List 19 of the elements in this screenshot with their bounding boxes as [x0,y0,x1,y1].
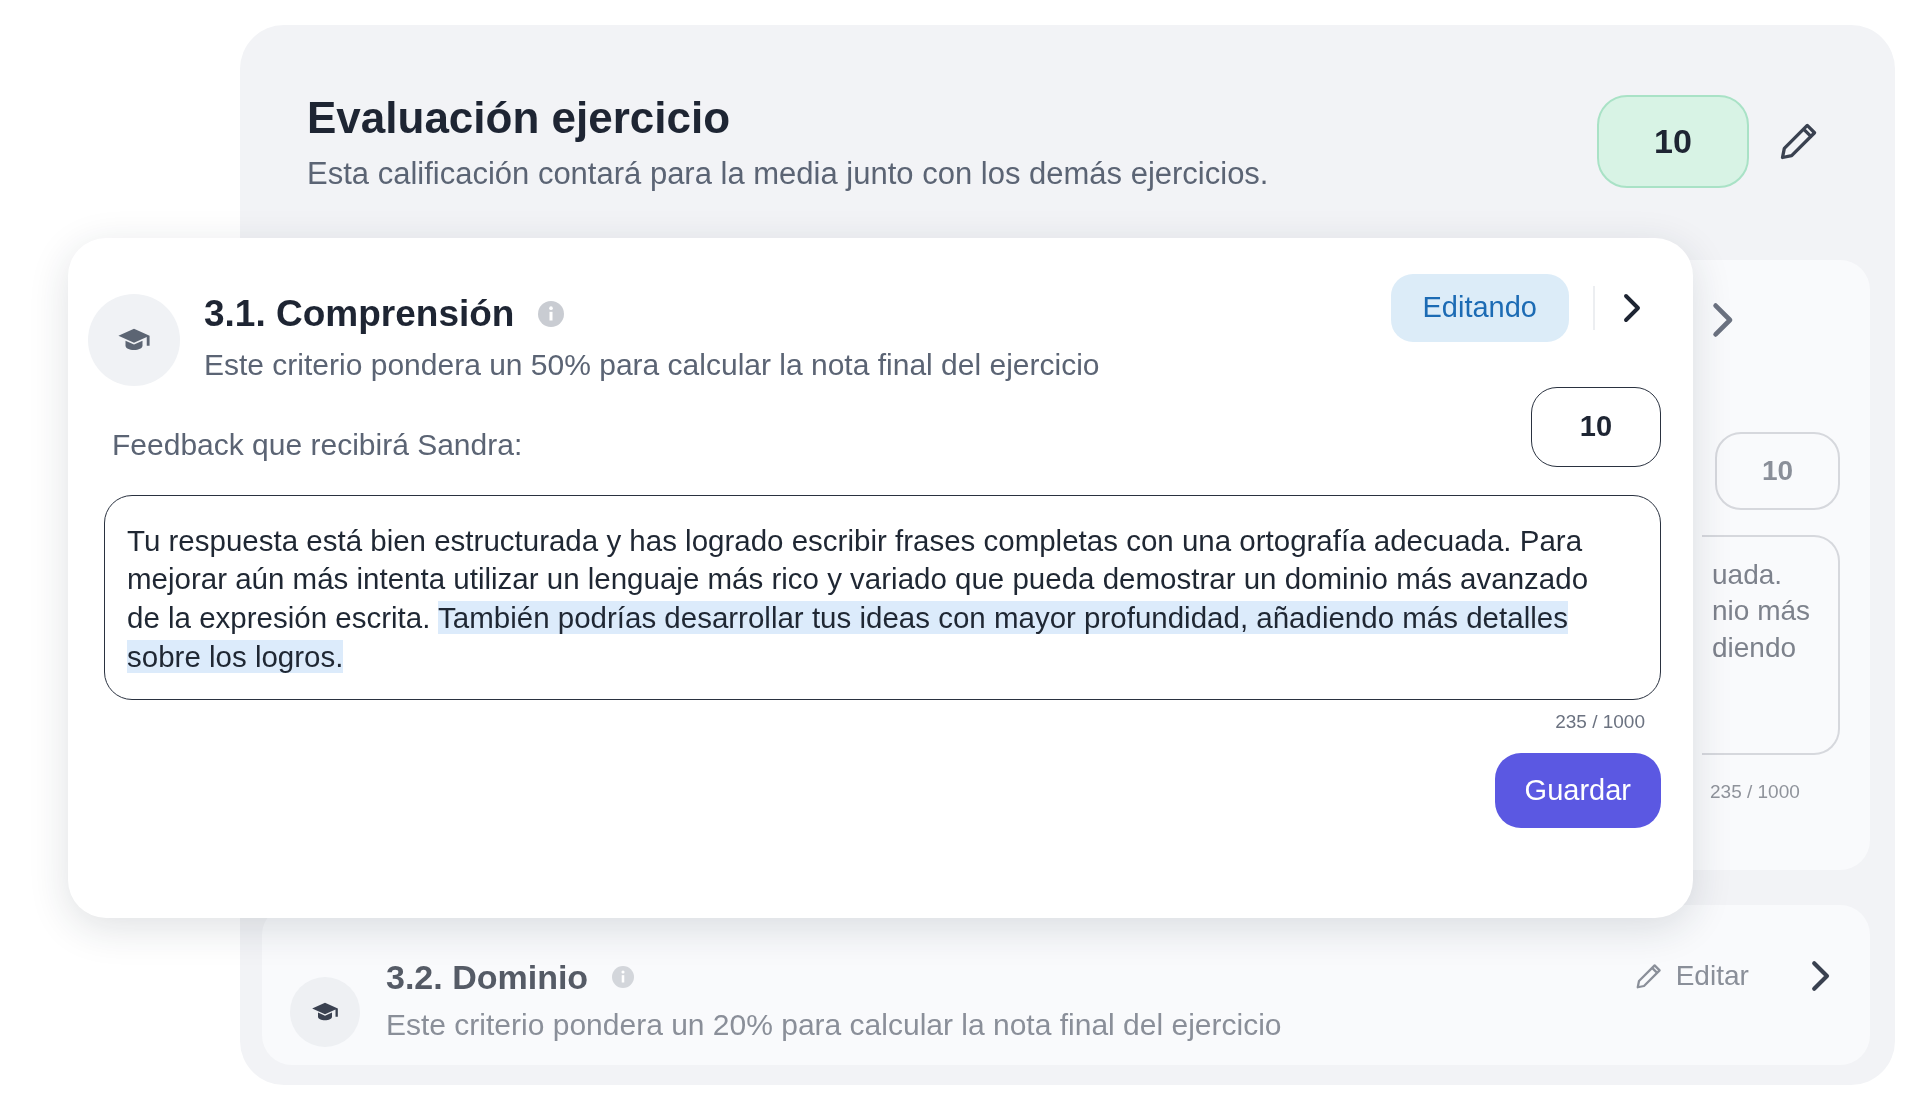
feedback-textarea[interactable]: uada. nio más diendo [1702,535,1840,755]
chevron-right-icon[interactable] [1623,292,1641,323]
status-button[interactable]: Editando [1390,274,1569,342]
section-title: Evaluación ejercicio [307,92,732,144]
criterion-title: 3.1. Comprensión [204,292,515,336]
section-subtitle: Esta calificación contará para la media junto con los demás ejercicios. [307,155,1270,193]
feedback-textarea[interactable]: Tu respuesta está bien estructurada y has logrado escribir frases completas con una ortografía adecuada. Para mejorar aún más intenta utilizar un lenguaje más rico y variado que pueda demostrar un dominio más avanzado de la expresión escrita. También podrías desarrollar tus ideas con mayor profundidad, añadiendo más detalles sobre los logros. [104,494,1661,701]
save-button[interactable]: Guardar [1494,752,1661,829]
feedback-label: Feedback que recibirá Sandra: [111,426,523,463]
total-score-badge: 10 [1597,94,1749,188]
character-counter: 235 / 1000 [1555,710,1645,735]
edit-button[interactable]: Editar [1627,954,1755,998]
criterion-title: 3.2. Dominio [386,960,589,994]
criterion-description: Este criterio pondera un 20% para calcular la nota final del ejercicio [386,1007,1283,1043]
character-counter: 235 / 1000 [1710,780,1800,804]
score-field[interactable]: 10 [1531,386,1661,467]
score-field[interactable]: 10 [1715,432,1840,510]
chevron-right-icon[interactable] [1810,960,1830,992]
criterion-description: Este criterio pondera un 50% para calcular la nota final del ejercicio [204,346,1101,383]
